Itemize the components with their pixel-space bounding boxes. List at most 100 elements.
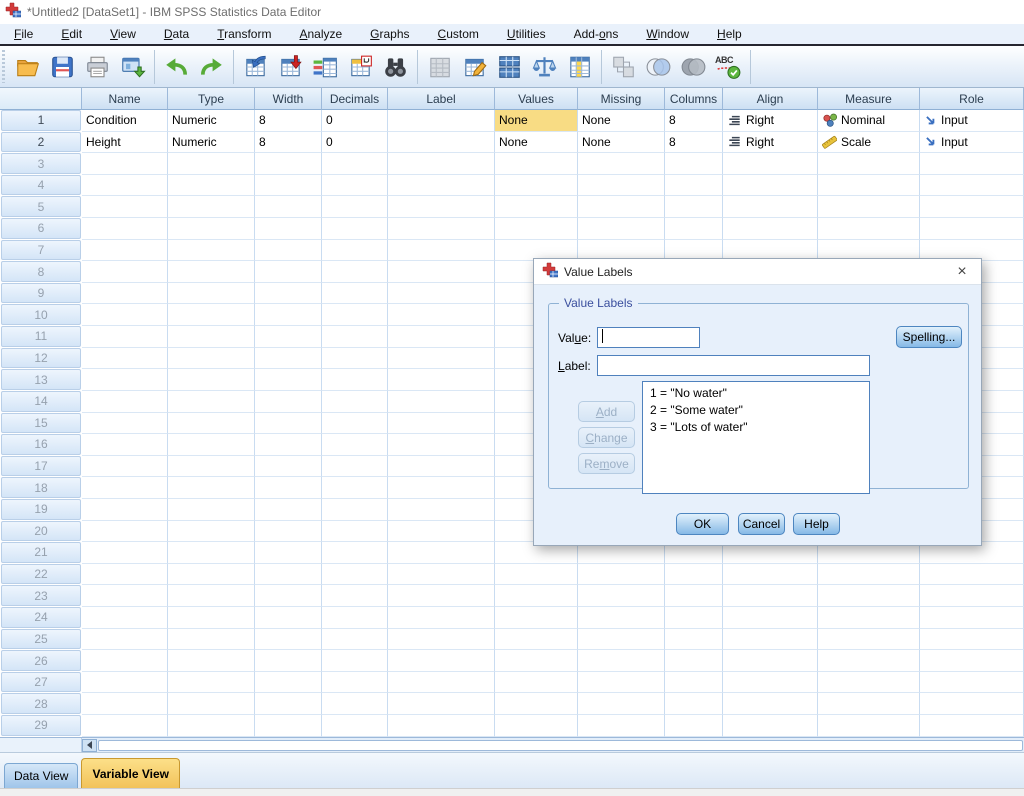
menu-edit[interactable]: Edit (51, 25, 92, 43)
cell-width-row1[interactable]: 8 (255, 110, 322, 132)
cell-width-row29[interactable] (255, 715, 322, 737)
cell-measure-row24[interactable] (818, 607, 920, 629)
cell-columns-row25[interactable] (665, 629, 723, 651)
cell-width-row22[interactable] (255, 564, 322, 586)
cell-label-row21[interactable] (388, 542, 495, 564)
cell-width-row9[interactable] (255, 283, 322, 305)
row-number-19[interactable]: 19 (1, 499, 81, 520)
cell-missing-row23[interactable] (578, 585, 665, 607)
cell-label-row6[interactable] (388, 218, 495, 240)
row-number-26[interactable]: 26 (1, 650, 81, 671)
cell-type-row4[interactable] (168, 175, 255, 197)
cell-name-row17[interactable] (82, 456, 168, 478)
cell-measure-row29[interactable] (818, 715, 920, 737)
cell-width-row21[interactable] (255, 542, 322, 564)
cell-label-row9[interactable] (388, 283, 495, 305)
cell-name-row15[interactable] (82, 413, 168, 435)
cell-role-row6[interactable] (920, 218, 1024, 240)
cell-width-row14[interactable] (255, 391, 322, 413)
cell-width-row26[interactable] (255, 650, 322, 672)
row-number-24[interactable]: 24 (1, 607, 81, 628)
cell-type-row17[interactable] (168, 456, 255, 478)
cell-measure-row6[interactable] (818, 218, 920, 240)
row-number-29[interactable]: 29 (1, 715, 81, 736)
cell-width-row16[interactable] (255, 434, 322, 456)
cell-type-row2[interactable]: Numeric (168, 132, 255, 154)
row-number-10[interactable]: 10 (1, 304, 81, 325)
cell-type-row18[interactable] (168, 477, 255, 499)
cell-decimals-row6[interactable] (322, 218, 388, 240)
cell-type-row16[interactable] (168, 434, 255, 456)
cell-values-row6[interactable] (495, 218, 578, 240)
row-number-22[interactable]: 22 (1, 564, 81, 585)
dialog-close-icon[interactable]: × (951, 261, 973, 283)
cell-align-row25[interactable] (723, 629, 818, 651)
cell-measure-row26[interactable] (818, 650, 920, 672)
cell-missing-row27[interactable] (578, 672, 665, 694)
cell-name-row19[interactable] (82, 499, 168, 521)
menu-data[interactable]: Data (154, 25, 199, 43)
cell-type-row26[interactable] (168, 650, 255, 672)
cell-type-row1[interactable]: Numeric (168, 110, 255, 132)
cell-width-row15[interactable] (255, 413, 322, 435)
cell-columns-row4[interactable] (665, 175, 723, 197)
cell-type-row28[interactable] (168, 693, 255, 715)
column-header-missing[interactable]: Missing (578, 88, 665, 110)
cell-measure-row23[interactable] (818, 585, 920, 607)
cell-align-row27[interactable] (723, 672, 818, 694)
cell-measure-row22[interactable] (818, 564, 920, 586)
row-number-27[interactable]: 27 (1, 672, 81, 693)
cell-decimals-row1[interactable]: 0 (322, 110, 388, 132)
cell-missing-row1[interactable]: None (578, 110, 665, 132)
cell-width-row3[interactable] (255, 153, 322, 175)
cell-width-row10[interactable] (255, 304, 322, 326)
column-header-name[interactable]: Name (82, 88, 168, 110)
cell-width-row4[interactable] (255, 175, 322, 197)
cell-label-row8[interactable] (388, 261, 495, 283)
cell-width-row13[interactable] (255, 369, 322, 391)
variables-button[interactable] (308, 50, 343, 84)
tab-variable-view[interactable]: Variable View (81, 758, 180, 788)
cell-type-row14[interactable] (168, 391, 255, 413)
cell-label-row26[interactable] (388, 650, 495, 672)
cell-role-row23[interactable] (920, 585, 1024, 607)
cell-decimals-row3[interactable] (322, 153, 388, 175)
cell-label-row14[interactable] (388, 391, 495, 413)
undo-button[interactable] (159, 50, 194, 84)
tab-data-view[interactable]: Data View (4, 763, 78, 788)
cell-name-row10[interactable] (82, 304, 168, 326)
cell-type-row7[interactable] (168, 240, 255, 262)
cell-type-row19[interactable] (168, 499, 255, 521)
row-number-8[interactable]: 8 (1, 261, 81, 282)
column-header-align[interactable]: Align (723, 88, 818, 110)
open-data-button[interactable] (10, 50, 45, 84)
menu-file[interactable]: File (4, 25, 43, 43)
cell-role-row3[interactable] (920, 153, 1024, 175)
row-number-7[interactable]: 7 (1, 240, 81, 261)
row-number-1[interactable]: 1 (1, 110, 81, 131)
cell-align-row22[interactable] (723, 564, 818, 586)
cell-name-row7[interactable] (82, 240, 168, 262)
cell-width-row17[interactable] (255, 456, 322, 478)
cell-name-row23[interactable] (82, 585, 168, 607)
cell-label-row11[interactable] (388, 326, 495, 348)
cell-width-row5[interactable] (255, 196, 322, 218)
cell-decimals-row7[interactable] (322, 240, 388, 262)
cell-columns-row23[interactable] (665, 585, 723, 607)
cell-align-row5[interactable] (723, 196, 818, 218)
cell-label-row24[interactable] (388, 607, 495, 629)
cell-align-row6[interactable] (723, 218, 818, 240)
scrollbar-thumb[interactable] (98, 740, 1023, 751)
find-button[interactable] (378, 50, 413, 84)
cell-decimals-row23[interactable] (322, 585, 388, 607)
grid-corner-cell[interactable] (0, 88, 82, 110)
cell-decimals-row14[interactable] (322, 391, 388, 413)
cell-columns-row28[interactable] (665, 693, 723, 715)
cell-values-row3[interactable] (495, 153, 578, 175)
cell-values-row24[interactable] (495, 607, 578, 629)
cell-type-row29[interactable] (168, 715, 255, 737)
cell-width-row27[interactable] (255, 672, 322, 694)
cell-values-row5[interactable] (495, 196, 578, 218)
row-number-28[interactable]: 28 (1, 693, 81, 714)
row-number-5[interactable]: 5 (1, 196, 81, 217)
